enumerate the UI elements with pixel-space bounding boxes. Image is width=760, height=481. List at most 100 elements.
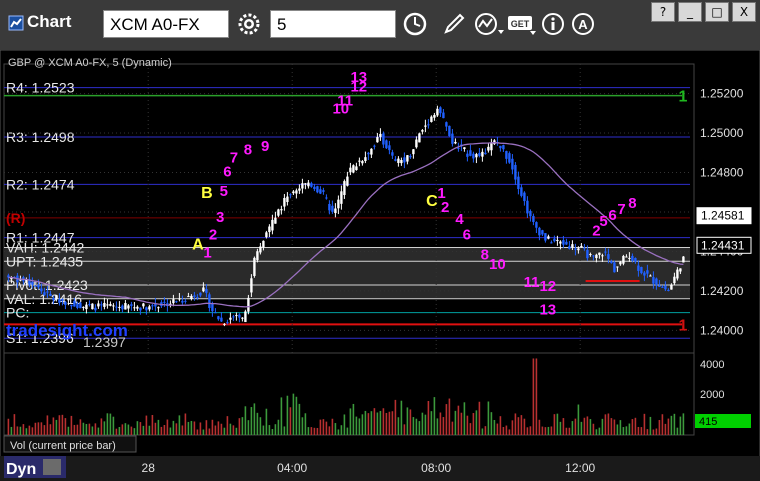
- candle-body: [46, 291, 49, 293]
- candle-body: [367, 152, 370, 155]
- candle-body: [31, 281, 34, 285]
- candle-body: [397, 158, 400, 163]
- info-button[interactable]: [538, 10, 568, 38]
- close-button[interactable]: X: [732, 2, 756, 22]
- candle-body: [487, 146, 490, 151]
- td-sequence-number: 13: [539, 302, 556, 319]
- x-tick-label: 04:00: [277, 461, 307, 475]
- candle-body: [244, 311, 247, 323]
- td-sequence-number: 6: [463, 227, 471, 244]
- time-button[interactable]: [400, 10, 430, 38]
- candle-body: [187, 296, 190, 298]
- candle-body: [418, 133, 421, 143]
- candle-body: [130, 304, 133, 306]
- candle-body: [97, 303, 100, 307]
- maximize-button[interactable]: □: [705, 2, 729, 22]
- candle-body: [91, 303, 94, 310]
- candle-body: [379, 133, 382, 137]
- lock-button[interactable]: [43, 459, 61, 475]
- candle-body: [559, 241, 562, 244]
- candle-body: [199, 292, 202, 296]
- candle-body: [220, 317, 223, 322]
- candle-body: [58, 299, 61, 303]
- candle-body: [310, 183, 313, 187]
- candle-body: [94, 307, 97, 311]
- candle-body: [538, 227, 541, 236]
- candle-body: [499, 145, 502, 149]
- candle-body: [52, 297, 55, 301]
- window-controls: ? _ □ X: [648, 2, 756, 22]
- candle-body: [652, 277, 655, 284]
- level-label: R3: 1.2498: [6, 129, 75, 145]
- candle-body: [271, 219, 274, 231]
- candle-body: [205, 289, 208, 293]
- candle-body: [145, 307, 148, 311]
- help-button[interactable]: ?: [651, 2, 675, 22]
- get-data-button[interactable]: GET: [506, 10, 536, 38]
- y-tick-label: 1.24200: [700, 284, 744, 298]
- candle-body: [217, 316, 220, 320]
- pattern-letter: B: [201, 185, 213, 202]
- interval-input[interactable]: 5: [270, 10, 396, 38]
- candle-body: [424, 125, 427, 127]
- candle-body: [250, 278, 253, 293]
- candle-body: [355, 166, 358, 171]
- candle-body: [136, 306, 139, 309]
- candle-body: [595, 254, 598, 259]
- candle-body: [436, 108, 439, 116]
- price-tag-label: 1.24431: [701, 238, 745, 252]
- draw-tool-button[interactable]: [438, 10, 468, 38]
- x-tick-label: 08:00: [421, 461, 451, 475]
- candle-body: [127, 305, 130, 309]
- candle-body: [49, 293, 52, 297]
- candle-body: [313, 186, 316, 190]
- s1-extra-value: 1.2397: [83, 334, 126, 350]
- minimize-button[interactable]: _: [678, 2, 702, 22]
- alert-button[interactable]: A: [568, 10, 598, 38]
- candle-body: [238, 314, 241, 318]
- candle-body: [55, 295, 58, 300]
- candle-body: [508, 153, 511, 163]
- td-sequence-number: 8: [481, 246, 489, 263]
- candle-body: [349, 167, 352, 173]
- candle-body: [331, 205, 334, 212]
- candle-body: [454, 141, 457, 144]
- candle-body: [562, 240, 565, 245]
- settings-gear-button[interactable]: [234, 10, 264, 38]
- candle-body: [583, 247, 586, 249]
- pattern-letter: A: [192, 236, 204, 253]
- candle-body: [502, 145, 505, 150]
- candle-body: [637, 265, 640, 271]
- candle-body: [172, 299, 175, 304]
- candle-body: [574, 248, 577, 250]
- candle-body: [277, 209, 280, 216]
- candle-body: [655, 278, 658, 286]
- candle-body: [412, 149, 415, 155]
- candle-body: [388, 145, 391, 151]
- candle-body: [298, 188, 301, 191]
- candle-body: [634, 258, 637, 262]
- candle-body: [526, 200, 529, 214]
- candle-body: [43, 292, 46, 296]
- candle-body: [523, 192, 526, 202]
- candle-body: [358, 160, 361, 162]
- symbol-input[interactable]: XCM A0-FX: [103, 10, 229, 38]
- candle-body: [175, 301, 178, 303]
- indicator-button[interactable]: [472, 10, 504, 38]
- candle-body: [82, 306, 85, 308]
- candle-body: [598, 252, 601, 255]
- candle-body: [394, 159, 397, 161]
- candle-body: [430, 116, 433, 122]
- candle-body: [40, 288, 43, 292]
- candle-body: [553, 238, 556, 242]
- vol-tick-4000: 4000: [700, 359, 724, 371]
- candle-body: [451, 133, 454, 144]
- gear-icon: [238, 13, 260, 35]
- candle-body: [673, 276, 676, 284]
- svg-text:A: A: [578, 17, 588, 32]
- y-tick-label: 1.24800: [700, 166, 744, 180]
- td-sequence-number: 5: [220, 183, 228, 200]
- x-tick-label: 12:00: [565, 461, 595, 475]
- candle-body: [658, 285, 661, 287]
- price-chart[interactable]: R4: 1.2523R3: 1.2498R2: 1.2474(R)R1: 1.2…: [0, 50, 760, 481]
